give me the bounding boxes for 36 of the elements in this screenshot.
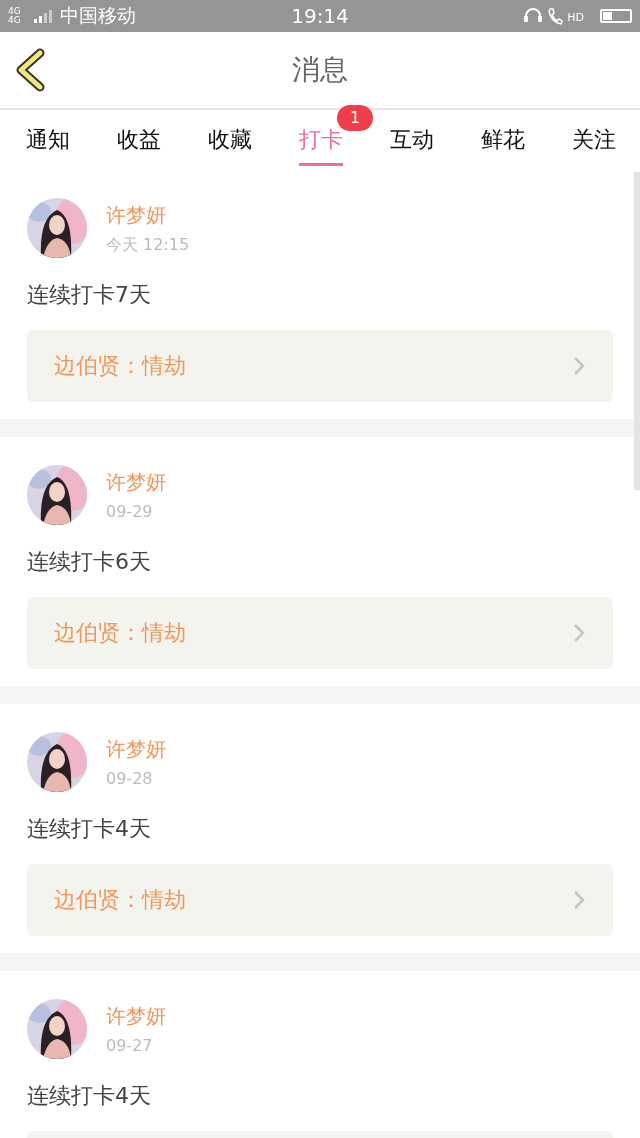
user-name[interactable]: 许梦妍 — [106, 469, 166, 496]
user-name[interactable]: 许梦妍 — [106, 736, 166, 763]
chevron-right-icon — [573, 890, 585, 910]
back-button[interactable] — [14, 48, 46, 92]
carrier-name: 中国移动 — [60, 3, 136, 28]
network-label: 4G 4G — [8, 7, 22, 25]
count-badge: 1 — [337, 104, 373, 131]
tab[interactable]: 鲜花 — [481, 114, 525, 166]
book-link[interactable]: 边伯贤：情劫 — [27, 864, 613, 936]
scrollbar[interactable] — [634, 172, 640, 490]
back-chevron-icon — [14, 48, 46, 92]
book-link[interactable]: 边伯贤：情劫 — [27, 330, 613, 402]
message-text: 连续打卡6天 — [27, 548, 152, 576]
message-text: 连续打卡7天 — [27, 281, 152, 309]
message-time: 09-29 — [106, 502, 154, 521]
message-time: 09-27 — [106, 1036, 154, 1055]
user-name[interactable]: 许梦妍 — [106, 202, 190, 229]
phone-icon — [547, 7, 564, 25]
page-title: 消息 — [292, 52, 348, 88]
message-text: 连续打卡4天 — [27, 815, 152, 843]
tab[interactable]: 收益 — [117, 114, 161, 166]
call-label: HD — [567, 11, 584, 24]
message-text: 连续打卡4天 — [27, 1082, 152, 1110]
tab[interactable]: 关注 — [572, 114, 616, 166]
clock: 19:14 — [291, 4, 349, 28]
chevron-right-icon — [573, 623, 585, 643]
battery-icon — [600, 9, 632, 23]
chevron-right-icon — [573, 356, 585, 376]
tab[interactable]: 通知 — [26, 114, 70, 166]
tab[interactable]: 收藏 — [208, 114, 252, 166]
book-link[interactable]: 边伯贤：情劫 — [27, 597, 613, 669]
user-name[interactable]: 许梦妍 — [106, 1003, 166, 1030]
message-time: 09-28 — [106, 769, 154, 788]
headset-icon — [523, 7, 544, 25]
tab[interactable]: 互动 — [390, 114, 434, 166]
message-time: 今天 12:15 — [106, 235, 190, 256]
